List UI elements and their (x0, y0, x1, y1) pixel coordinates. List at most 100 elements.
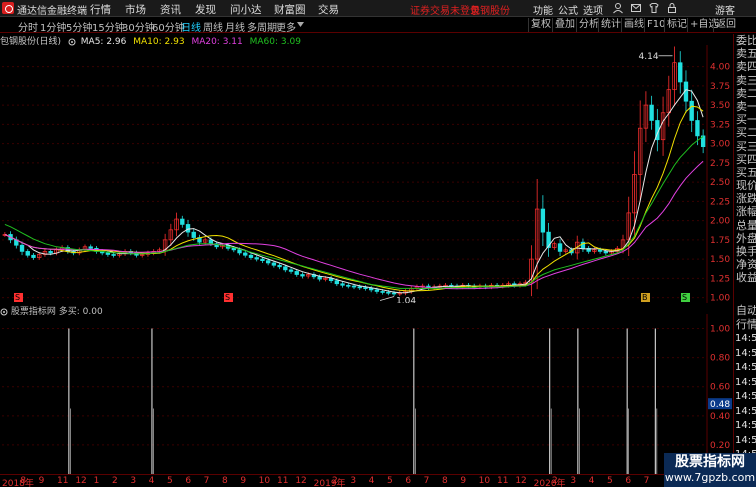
date-tick-label: 9 (460, 476, 467, 486)
tool-draw-line[interactable]: 画线 (621, 18, 646, 32)
date-tick-label: 3 (570, 476, 577, 486)
ma5-line (4, 89, 704, 294)
chevron-down-icon[interactable] (297, 22, 304, 28)
candle-body (540, 208, 546, 233)
tool-mark[interactable]: 标记 (664, 18, 689, 32)
period-weekly[interactable]: 周线 (203, 19, 223, 34)
tool-back[interactable]: 返回 (713, 18, 738, 32)
menu-item-wealth[interactable]: 财富圈 (274, 2, 306, 17)
menu-item-trade[interactable]: 交易 (318, 2, 339, 17)
menu-item-discover[interactable]: 发现 (195, 2, 216, 17)
message-icon[interactable] (630, 2, 642, 14)
date-tick-label: 8 (20, 476, 27, 486)
quote-label: 涨幅 (736, 205, 756, 219)
candle-body (363, 287, 368, 289)
signal-marker-label: S (15, 293, 20, 302)
menu-item-options[interactable]: 选项 (583, 2, 603, 17)
menu-item-news[interactable]: 资讯 (160, 2, 181, 17)
menu-bar: 通达信金融终端 行情 市场 资讯 发现 问小达 财富圈 交易 证券交易未登录 包… (0, 0, 756, 17)
price-tick-label: 2.50 (710, 178, 730, 188)
skin-icon[interactable] (648, 2, 660, 14)
quote-label: 卖五 (736, 47, 756, 61)
price-tick-label: 4.00 (710, 63, 730, 73)
period-timeshare[interactable]: 分时 (18, 19, 38, 34)
user-icon[interactable] (612, 2, 624, 14)
candle-body (254, 257, 259, 260)
period-1min[interactable]: 1分钟 (40, 19, 66, 34)
menu-item-market[interactable]: 市场 (125, 2, 146, 17)
tick-time: 14:56 (735, 434, 756, 446)
period-daily[interactable]: 日线 (181, 19, 201, 34)
tick-time: 14:56 (735, 333, 756, 344)
candle-body (334, 280, 340, 285)
guest-account[interactable]: 游客 (715, 2, 735, 17)
period-15min[interactable]: 15分钟 (92, 19, 125, 34)
price-tick-label: 3.50 (710, 101, 730, 111)
tool-statistics[interactable]: 统计 (598, 18, 623, 32)
quote-label: 总量 (736, 218, 756, 232)
watermark-name: 股票指标网 (675, 454, 745, 470)
candle-body (88, 246, 93, 249)
date-tick-label: 6 (625, 476, 632, 486)
tick-panel-label[interactable]: 行情 (734, 318, 756, 332)
period-monthly[interactable]: 月线 (225, 19, 245, 34)
tool-restore-rights[interactable]: 复权 (528, 18, 553, 32)
lock-icon[interactable] (666, 2, 678, 14)
candle-body (231, 247, 236, 251)
price-tick-label: 3.75 (710, 82, 730, 92)
period-5min[interactable]: 5分钟 (66, 19, 92, 34)
menu-item-ask[interactable]: 问小达 (230, 2, 262, 17)
site-watermark: 股票指标网 www.7gpzb.com (664, 453, 756, 487)
candle-body (48, 251, 53, 254)
ma10-line (4, 105, 704, 292)
quote-label: 外盘 (736, 231, 756, 245)
candle-body (374, 289, 380, 292)
period-30min[interactable]: 30分钟 (122, 19, 155, 34)
menu-item-function[interactable]: 功能 (533, 2, 553, 17)
app-logo-icon (2, 2, 14, 14)
tick-time: 14:56 (735, 376, 756, 388)
price-tick-label: 2.25 (710, 197, 730, 207)
quote-label: 涨跌 (736, 192, 756, 206)
tick-panel-label[interactable]: 自动 (734, 304, 756, 318)
period-60min[interactable]: 60分钟 (152, 19, 185, 34)
candle-body (346, 284, 351, 287)
price-tick-label: 2.00 (710, 217, 730, 227)
quote-panel: 委比 卖五 卖四 卖三 卖二 卖一 买一 买二 买三 买四 买五 现价 涨跌 涨幅 总量 外盘 换手 净资 收益 (733, 34, 756, 304)
indicator-tick-label: 1.00 (710, 325, 730, 335)
quote-label: 买二 (736, 126, 756, 140)
candlestick-chart[interactable]: 4.00 3.75 3.50 3.25 3.00 2.75 2.50 2.25 2.00 1.75… (0, 45, 733, 303)
date-tick-label: 4 (148, 476, 155, 486)
date-tick-label: 10 (258, 476, 271, 486)
candle-body (105, 252, 111, 255)
date-tick-label: 10 (478, 476, 491, 486)
tool-overlay[interactable]: 叠加 (552, 18, 577, 32)
period-more[interactable]: 更多 (276, 19, 296, 34)
date-tick-label: 2 (332, 476, 338, 486)
quote-label: 卖二 (736, 86, 756, 100)
date-tick-label: 12 (75, 476, 87, 486)
candle-body (208, 239, 214, 245)
menu-item-formula[interactable]: 公式 (558, 2, 578, 17)
date-tick-label: 12 (295, 476, 307, 486)
candle-body (351, 285, 357, 288)
price-tick-label: 2.75 (710, 159, 730, 169)
indicator-chart[interactable]: 1.00 0.80 0.60 0.40 0.20 0.48 (0, 314, 733, 474)
period-multi[interactable]: 多周期 (247, 19, 277, 34)
price-tick-label: 1.25 (710, 274, 730, 284)
candle-body (237, 249, 242, 254)
candle-body (31, 254, 36, 258)
indicator-tick-label: 0.80 (710, 354, 730, 364)
candle-body (557, 243, 563, 252)
quote-label: 净资 (736, 258, 756, 272)
signal-marker-label: S (225, 293, 230, 302)
date-tick-label: 5 (387, 476, 393, 486)
candle-body (277, 264, 282, 268)
candle-body (386, 291, 391, 294)
candle-body (695, 120, 700, 137)
candle-body (294, 271, 299, 275)
price-tick-label: 3.25 (710, 120, 730, 130)
candle-body (357, 286, 362, 289)
tick-time: 14:56 (735, 362, 756, 373)
menu-item-quotes[interactable]: 行情 (90, 2, 111, 17)
